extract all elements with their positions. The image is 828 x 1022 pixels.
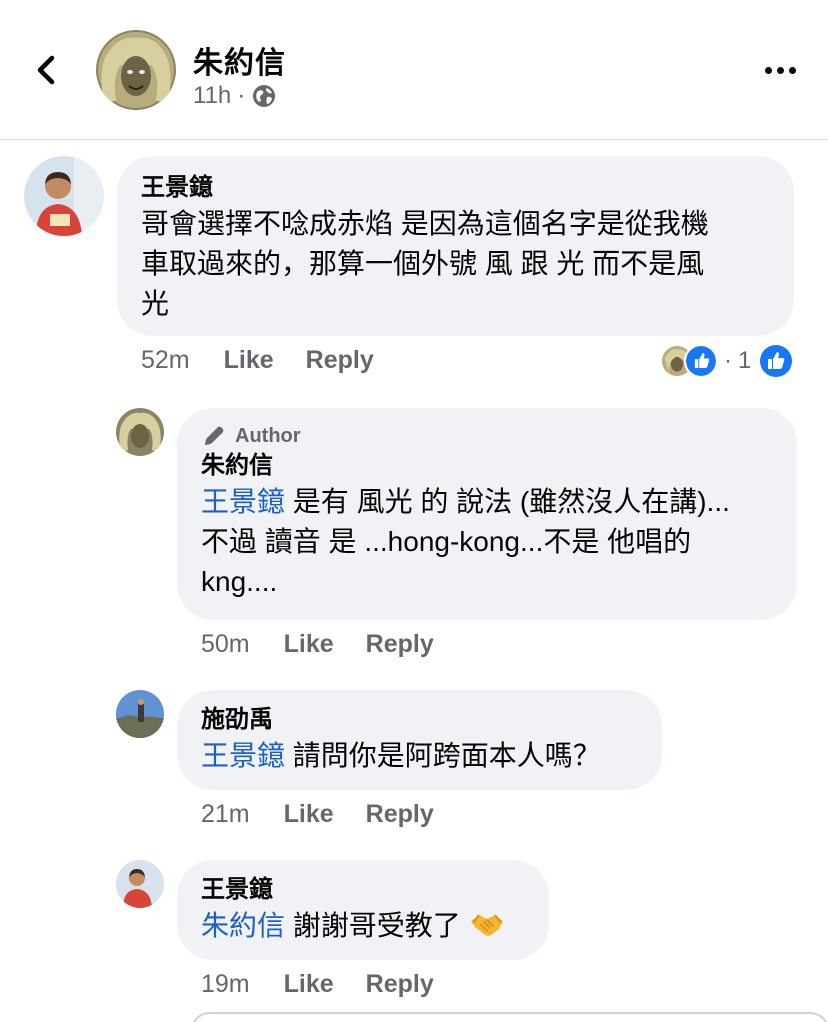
commenter-avatar[interactable] — [116, 408, 164, 456]
mention-link[interactable]: 朱約信 — [201, 910, 285, 941]
like-reaction-icon — [684, 344, 718, 378]
comment-time: 50m — [201, 630, 250, 658]
comment-text: 請問你是阿跨面本人嗎？ — [285, 740, 601, 771]
comment-author[interactable]: 王景鐿 — [201, 874, 525, 906]
comment-text: 謝謝哥受教了 — [285, 910, 461, 941]
post-author-name[interactable]: 朱約信 — [193, 38, 286, 82]
comment-actions: 21m Like Reply — [201, 800, 466, 829]
reply-button[interactable]: Reply — [366, 800, 434, 829]
comment-author[interactable]: 施劭禹 — [201, 704, 638, 736]
comment-text-line: 不過 讀音 是 ...hong-kong...不是 他唱的 — [201, 526, 692, 557]
comment-text-line: 王景鐿 是有 風光 的 說法 (雖然沒人在講)... — [201, 482, 773, 522]
comment-author[interactable]: 王景鐿 — [141, 172, 770, 204]
comment-text-line: 光 — [141, 288, 170, 319]
commenter-avatar[interactable] — [116, 690, 164, 738]
comment-text-line: 哥會選擇不唸成赤焰 是因為這個名字是從我機 — [141, 208, 709, 239]
comment-text-line: kng.... — [201, 566, 278, 597]
child-avatar-image — [24, 156, 104, 236]
back-button[interactable] — [30, 50, 66, 90]
thumbs-up-icon — [759, 344, 793, 378]
more-horizontal-icon — [764, 66, 772, 74]
comment-bubble: 王景鐿 哥會選擇不唸成赤焰 是因為這個名字是從我機 車取過來的，那算一個外號 風… — [117, 156, 794, 336]
child-avatar-image — [116, 860, 164, 908]
post-header: 朱約信 11h · — [0, 0, 828, 140]
reactions-summary[interactable]: · 1 — [660, 344, 793, 378]
author-avatar-image — [116, 408, 164, 456]
reaction-count: 1 — [738, 347, 752, 374]
commenter-avatar[interactable] — [116, 860, 164, 908]
comment-text-line: 車取過來的，那算一個外號 風 跟 光 而不是風 — [141, 248, 705, 279]
comment-text: 是有 風光 的 說法 (雖然沒人在講)... — [285, 486, 730, 517]
reply-button[interactable]: Reply — [306, 346, 374, 375]
post-time: 11h — [193, 82, 232, 109]
chevron-left-icon — [37, 55, 55, 85]
comment-bubble: 施劭禹 王景鐿 請問你是阿跨面本人嗎？ — [177, 690, 662, 790]
meta-separator: · — [237, 82, 246, 109]
reply-button[interactable]: Reply — [366, 970, 434, 999]
like-button[interactable]: Like — [284, 970, 334, 999]
comment-bubble: Author 朱約信 王景鐿 是有 風光 的 說法 (雖然沒人在講)... 不過… — [177, 408, 797, 620]
comment-actions: 19m Like Reply — [201, 970, 466, 999]
reply-button[interactable]: Reply — [366, 630, 434, 659]
more-dot — [776, 66, 784, 74]
comment-text-line: 朱約信 謝謝哥受教了 — [201, 906, 525, 946]
author-avatar[interactable] — [96, 30, 176, 110]
landscape-avatar-image — [116, 690, 164, 738]
post-meta: 11h · — [193, 82, 277, 110]
reaction-separator: · — [724, 347, 732, 374]
handshake-emoji — [469, 907, 505, 941]
author-badge: Author — [201, 422, 773, 450]
comment-bubble: 王景鐿 朱約信 謝謝哥受教了 — [177, 860, 549, 960]
globe-icon — [251, 83, 277, 109]
comment-time: 21m — [201, 800, 250, 828]
author-avatar-image — [96, 30, 176, 110]
more-dot — [788, 66, 796, 74]
like-button[interactable]: Like — [284, 800, 334, 829]
like-button[interactable]: Like — [224, 346, 274, 375]
more-options-button[interactable] — [760, 60, 800, 80]
commenter-avatar[interactable] — [24, 156, 104, 236]
comment-time: 52m — [141, 346, 190, 374]
author-badge-label: Author — [235, 425, 301, 447]
mention-link[interactable]: 王景鐿 — [201, 486, 285, 517]
mention-link[interactable]: 王景鐿 — [201, 740, 285, 771]
comment-actions: 52m Like Reply — [141, 346, 406, 375]
like-button[interactable]: Like — [284, 630, 334, 659]
pen-icon — [205, 426, 224, 445]
comment-text-line: 王景鐿 請問你是阿跨面本人嗎？ — [201, 736, 638, 776]
comment-time: 19m — [201, 970, 250, 998]
reply-input-box[interactable] — [190, 1012, 828, 1022]
comment-author[interactable]: 朱約信 — [201, 450, 773, 482]
comment-actions: 50m Like Reply — [201, 630, 466, 659]
